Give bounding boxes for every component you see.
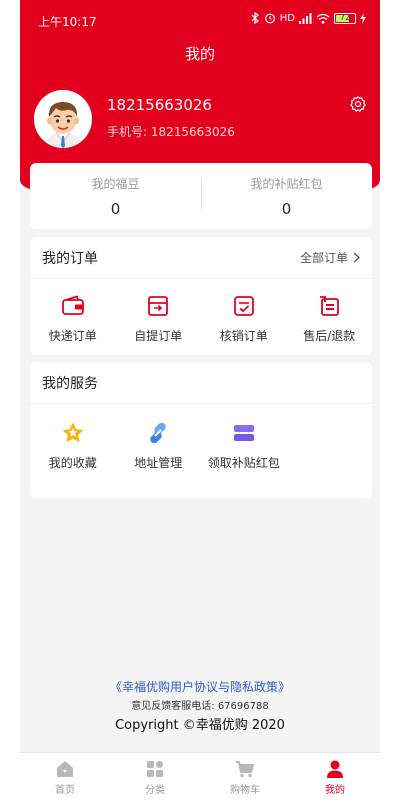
service-item-favorites[interactable]: 我的收藏 (30, 420, 116, 471)
phone-label: 手机号: (107, 125, 148, 139)
tab-label: 我的 (325, 785, 345, 796)
order-item-label: 快递订单 (48, 329, 97, 343)
stat-label: 我的福豆 (91, 177, 140, 191)
orders-card: 我的订单 全部订单 快递订单 自提订单 核销订单 售后/退款 (30, 237, 372, 355)
pickup-box-icon (148, 296, 169, 316)
tab-label: 购物车 (230, 785, 260, 796)
wifi-icon (316, 13, 330, 24)
services-card: 我的服务 我的收藏 地址管理 领取补贴红包 (30, 362, 372, 498)
chevron-right-icon (353, 252, 360, 263)
order-item-label: 核销订单 (219, 329, 268, 343)
all-orders-label: 全部订单 (299, 251, 348, 265)
wallet-icon (61, 295, 84, 315)
stat-subsidy-redpacket[interactable]: 我的补贴红包 0 (201, 163, 372, 229)
services-title: 我的服务 (42, 375, 98, 392)
avatar-cartoon-icon (34, 90, 92, 148)
user-phone: 手机号: 18215663026 (107, 123, 235, 140)
order-item-label: 自提订单 (134, 329, 183, 343)
orders-grid: 快递订单 自提订单 核销订单 售后/退款 (30, 279, 372, 344)
agreement-link[interactable]: 《幸福优购用户协议与隐私政策》 (20, 678, 380, 695)
service-item-address[interactable]: 地址管理 (116, 420, 202, 471)
gear-icon[interactable] (349, 95, 367, 113)
network-type-label: HD (279, 12, 295, 24)
service-item-redpacket[interactable]: 领取补贴红包 (201, 420, 287, 471)
tab-label: 首页 (55, 785, 75, 796)
stat-value: 0 (110, 200, 121, 218)
all-orders-link[interactable]: 全部订单 (300, 249, 360, 266)
stat-fudou[interactable]: 我的福豆 0 (30, 163, 201, 229)
services-header: 我的服务 (30, 362, 372, 404)
refund-icon (320, 296, 340, 316)
home-icon (57, 761, 73, 777)
tab-label: 分类 (145, 785, 165, 796)
avatar[interactable] (34, 90, 92, 148)
orders-header: 我的订单 全部订单 (30, 237, 372, 279)
service-item-label: 我的收藏 (48, 456, 97, 470)
order-item-verify[interactable]: 核销订单 (201, 293, 287, 344)
order-item-pickup[interactable]: 自提订单 (116, 293, 202, 344)
battery-percent: 72 (339, 12, 351, 22)
bottom-tabbar: 首页 分类 购物车 我的 (20, 752, 380, 800)
stats-card: 我的福豆 0 我的补贴红包 0 (30, 163, 372, 229)
status-bar: 上午10:17 HD 72 (20, 0, 380, 40)
services-grid: 我的收藏 地址管理 领取补贴红包 (30, 404, 372, 471)
orders-title: 我的订单 (42, 250, 98, 267)
tab-category[interactable]: 分类 (110, 753, 200, 800)
signal-icon (299, 12, 312, 24)
hotline-text: 意见反馈客服电话: 67696788 (131, 701, 269, 712)
stat-label: 我的补贴红包 (250, 177, 323, 191)
tab-mine[interactable]: 我的 (290, 753, 380, 800)
status-time: 上午10:17 (38, 15, 97, 29)
order-item-label: 售后/退款 (303, 329, 356, 343)
copyright-text: Copyright ©幸福优购 2020 (115, 718, 285, 733)
order-item-express[interactable]: 快递订单 (30, 293, 116, 344)
verify-check-icon (233, 296, 254, 316)
stat-value: 0 (281, 200, 292, 218)
bluetooth-icon (251, 12, 259, 24)
order-item-refund[interactable]: 售后/退款 (287, 293, 373, 344)
alarm-icon (264, 13, 275, 24)
user-icon (327, 760, 343, 778)
star-icon (62, 422, 84, 443)
service-item-label: 领取补贴红包 (207, 456, 280, 470)
profile-page: 上午10:17 HD 72 我的 18215663026 手机号: 182156… (20, 0, 380, 800)
coupon-stack-icon (233, 425, 254, 441)
status-icons: HD 72 (250, 12, 366, 24)
charging-icon (360, 12, 366, 24)
phone-number: 18215663026 (150, 125, 235, 139)
link-icon (150, 422, 167, 444)
page-title: 我的 (184, 45, 215, 63)
service-item-label: 地址管理 (134, 456, 183, 470)
cart-icon (236, 761, 254, 778)
tab-cart[interactable]: 购物车 (200, 753, 290, 800)
battery-icon: 72 (334, 12, 356, 24)
category-icon (147, 761, 163, 777)
tab-home[interactable]: 首页 (20, 753, 110, 800)
user-name: 18215663026 (107, 96, 212, 114)
